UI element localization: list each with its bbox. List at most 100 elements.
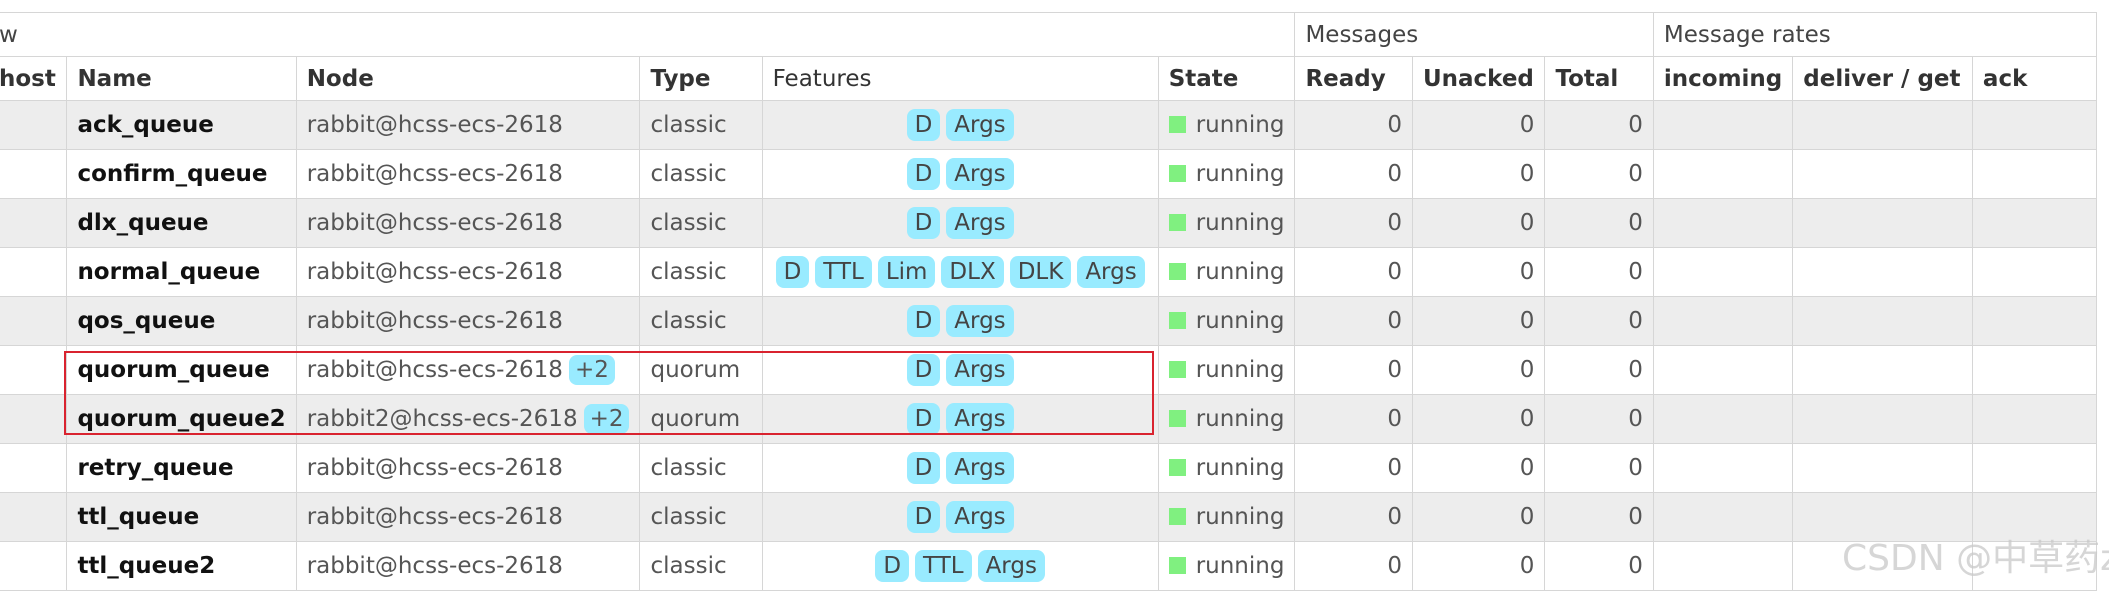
feature-badge: D	[775, 256, 810, 288]
unacked-count: 0	[1411, 247, 1546, 297]
unacked-column-header[interactable]: Unacked	[1411, 56, 1546, 101]
queue-row[interactable]: ack_queue rabbit@hcss-ecs-2618 classic D Arg…	[0, 100, 2098, 150]
state-cell: running	[1157, 100, 1296, 150]
state-label: running	[1195, 504, 1285, 530]
node-name: rabbit@hcss-ecs-2618	[306, 308, 563, 334]
feature-badge: D	[906, 305, 941, 337]
ack-column-header[interactable]: ack	[1971, 56, 2098, 101]
feature-badge: Args	[946, 305, 1014, 337]
type-cell: classic	[639, 100, 763, 150]
ready-count: 0	[1294, 149, 1413, 199]
node-cell: rabbit@hcss-ecs-2618 +2	[295, 345, 641, 395]
incoming-rate-cell	[1652, 394, 1794, 444]
node-cell: rabbit@hcss-ecs-2618	[295, 541, 641, 591]
queue-name-link[interactable]: dlx_queue	[66, 198, 297, 248]
incoming-rate-cell	[1652, 345, 1794, 395]
total-count: 0	[1544, 100, 1654, 150]
queue-name-link[interactable]: ttl_queue	[66, 492, 297, 542]
state-label: running	[1195, 357, 1285, 383]
ready-count: 0	[1294, 345, 1413, 395]
features-cell: D Args	[761, 198, 1159, 248]
queue-name-link[interactable]: qos_queue	[66, 296, 297, 346]
state-label: running	[1195, 455, 1285, 481]
queues-table: w Messages Message rates host Name Node …	[0, 12, 2098, 591]
type-column-header[interactable]: Type	[639, 56, 763, 101]
vhost-cell	[0, 198, 68, 248]
name-column-header[interactable]: Name	[66, 56, 297, 101]
feature-badge: Args	[946, 158, 1014, 190]
state-label: running	[1195, 161, 1285, 187]
ready-column-header[interactable]: Ready	[1294, 56, 1413, 101]
ready-count: 0	[1294, 247, 1413, 297]
feature-badge: TTL	[815, 256, 872, 288]
feature-badge: Args	[977, 550, 1045, 582]
unacked-count: 0	[1411, 492, 1546, 542]
ready-count: 0	[1294, 100, 1413, 150]
unacked-count: 0	[1411, 541, 1546, 591]
deliver-get-rate-cell	[1792, 394, 1973, 444]
node-cell: rabbit@hcss-ecs-2618	[295, 149, 641, 199]
messages-group-header: Messages	[1294, 12, 1654, 57]
queue-name-link[interactable]: quorum_queue2	[66, 394, 297, 444]
feature-badge: D	[906, 109, 941, 141]
node-name: rabbit@hcss-ecs-2618	[306, 112, 563, 138]
node-name: rabbit@hcss-ecs-2618	[306, 161, 563, 187]
deliver-get-rate-cell	[1792, 100, 1973, 150]
queue-name-link[interactable]: ttl_queue2	[66, 541, 297, 591]
feature-badge: Args	[946, 207, 1014, 239]
queue-name-link[interactable]: quorum_queue	[66, 345, 297, 395]
node-column-header[interactable]: Node	[295, 56, 641, 101]
node-cell: rabbit@hcss-ecs-2618	[295, 247, 641, 297]
state-column-header[interactable]: State	[1157, 56, 1296, 101]
queue-row[interactable]: ttl_queue rabbit@hcss-ecs-2618 classic D Arg…	[0, 492, 2098, 542]
state-cell: running	[1157, 296, 1296, 346]
queue-row[interactable]: qos_queue rabbit@hcss-ecs-2618 classic D Arg…	[0, 296, 2098, 346]
queue-row[interactable]: dlx_queue rabbit@hcss-ecs-2618 classic D Arg…	[0, 198, 2098, 248]
features-column-header: Features	[761, 56, 1159, 101]
unacked-count: 0	[1411, 345, 1546, 395]
vhost-cell	[0, 296, 68, 346]
deliver-get-rate-cell	[1792, 149, 1973, 199]
total-column-header[interactable]: Total	[1544, 56, 1654, 101]
features-cell: D Args	[761, 345, 1159, 395]
feature-badge: D	[906, 501, 941, 533]
state-label: running	[1195, 210, 1285, 236]
column-group-header-row: w Messages Message rates	[0, 12, 2098, 57]
incoming-column-header[interactable]: incoming	[1652, 56, 1794, 101]
state-label: running	[1195, 308, 1285, 334]
message-rates-group-header: Message rates	[1652, 12, 2098, 57]
feature-badge: Args	[946, 354, 1014, 386]
queue-row[interactable]: quorum_queue2 rabbit2@hcss-ecs-2618 +2 quor…	[0, 394, 2098, 444]
queue-name-link[interactable]: retry_queue	[66, 443, 297, 493]
queue-row[interactable]: ttl_queue2 rabbit@hcss-ecs-2618 classic D TT…	[0, 541, 2098, 591]
queue-row[interactable]: confirm_queue rabbit@hcss-ecs-2618 classic…	[0, 149, 2098, 199]
deliver-get-column-header[interactable]: deliver / get	[1792, 56, 1973, 101]
type-cell: classic	[639, 198, 763, 248]
queue-row[interactable]: retry_queue rabbit@hcss-ecs-2618 classic D A…	[0, 443, 2098, 493]
vhost-cell	[0, 443, 68, 493]
vhost-cell	[0, 100, 68, 150]
queue-name-link[interactable]: ack_queue	[66, 100, 297, 150]
ready-count: 0	[1294, 296, 1413, 346]
queue-name-link[interactable]: confirm_queue	[66, 149, 297, 199]
type-cell: quorum	[639, 394, 763, 444]
total-count: 0	[1544, 247, 1654, 297]
feature-badge: Args	[946, 403, 1014, 435]
total-count: 0	[1544, 149, 1654, 199]
unacked-count: 0	[1411, 394, 1546, 444]
feature-badge: DLK	[1009, 256, 1072, 288]
vhost-column-header[interactable]: host	[0, 56, 68, 101]
feature-badge: TTL	[915, 550, 972, 582]
type-cell: classic	[639, 247, 763, 297]
state-cell: running	[1157, 541, 1296, 591]
unacked-count: 0	[1411, 149, 1546, 199]
queue-row[interactable]: quorum_queue rabbit@hcss-ecs-2618 +2 quorum…	[0, 345, 2098, 395]
queue-row[interactable]: normal_queue rabbit@hcss-ecs-2618 classic D…	[0, 247, 2098, 297]
column-header-row: host Name Node Type Features State Ready…	[0, 56, 2098, 101]
running-status-icon	[1168, 165, 1186, 182]
state-label: running	[1195, 406, 1285, 432]
ack-rate-cell	[1971, 149, 2098, 199]
total-count: 0	[1544, 345, 1654, 395]
feature-badge: Args	[946, 452, 1014, 484]
queue-name-link[interactable]: normal_queue	[66, 247, 297, 297]
